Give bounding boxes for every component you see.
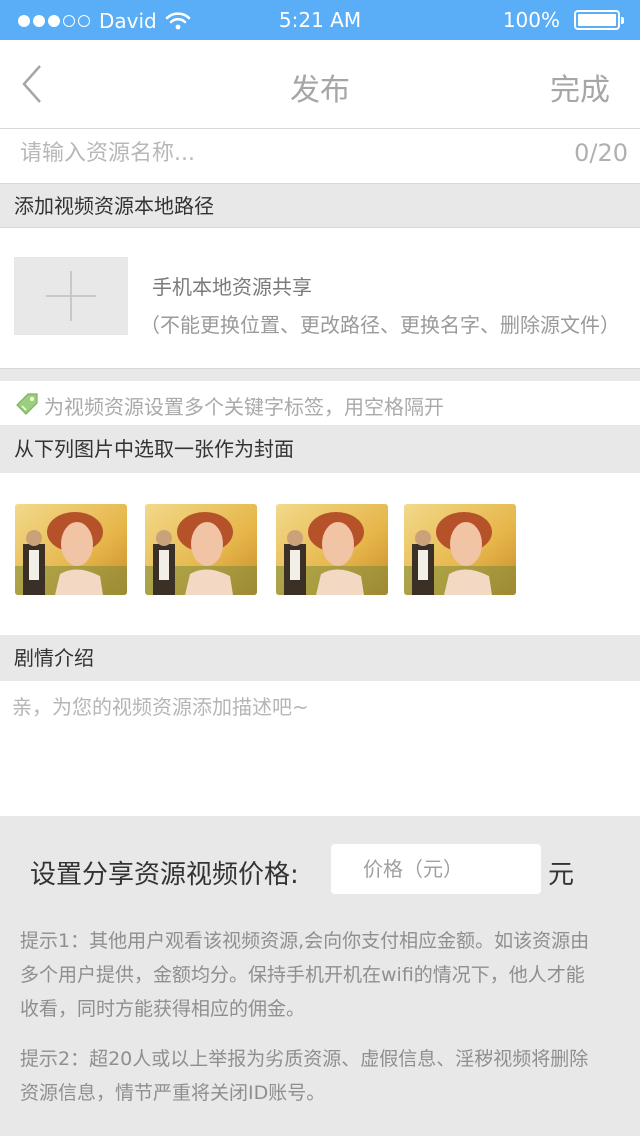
price-section: 设置分享资源视频价格: 元 提示1：其他用户观看该视频资源,会向你支付相应金额。…	[0, 816, 640, 1136]
add-path-button[interactable]	[14, 257, 128, 335]
cover-image	[404, 504, 516, 595]
plot-header: 剧情介绍	[0, 635, 640, 681]
price-unit: 元	[548, 860, 575, 890]
cover-image	[15, 504, 127, 595]
local-path-area: 手机本地资源共享 （不能更换位置、更改路径、更换名字、删除源文件）	[0, 229, 640, 368]
cover-thumbnail[interactable]	[404, 504, 516, 595]
character-counter: 0/20	[574, 139, 628, 167]
description-area	[0, 681, 640, 816]
price-label: 设置分享资源视频价格:	[30, 860, 299, 890]
share-note: （不能更换位置、更改路径、更换名字、删除源文件）	[140, 313, 620, 337]
cover-thumbnail[interactable]	[145, 504, 257, 595]
cover-thumbnail[interactable]	[276, 504, 388, 595]
done-button[interactable]: 完成	[550, 65, 610, 109]
cover-header: 从下列图片中选取一张作为封面	[0, 425, 640, 473]
cover-thumbnails	[0, 473, 640, 635]
tip-2: 提示2：超20人或以上举报为劣质资源、虚假信息、淫秽视频将删除资源信息，情节严重…	[20, 1048, 589, 1104]
battery-icon	[574, 10, 624, 30]
tag-icon	[16, 393, 38, 415]
share-title: 手机本地资源共享	[152, 275, 312, 299]
nav-bar: 发布 完成	[0, 40, 640, 129]
section-divider	[0, 368, 640, 381]
local-path-header: 添加视频资源本地路径	[0, 184, 640, 228]
page-title: 发布	[290, 73, 350, 108]
cover-thumbnail[interactable]	[15, 504, 127, 595]
tip-1: 提示1：其他用户观看该视频资源,会向你支付相应金额。如该资源由多个用户提供，金额…	[20, 930, 590, 1020]
status-bar: David 5:21 AM 100%	[0, 0, 640, 40]
price-input[interactable]	[331, 844, 541, 894]
tags-hint: 为视频资源设置多个关键字标签，用空格隔开	[44, 395, 444, 419]
description-textarea[interactable]	[12, 691, 622, 801]
battery-percent: 100%	[502, 8, 560, 32]
cover-image	[145, 504, 257, 595]
tags-row[interactable]: 为视频资源设置多个关键字标签，用空格隔开	[0, 381, 640, 425]
cover-image	[276, 504, 388, 595]
resource-name-row: 0/20	[0, 129, 640, 184]
resource-name-input[interactable]	[20, 141, 540, 166]
